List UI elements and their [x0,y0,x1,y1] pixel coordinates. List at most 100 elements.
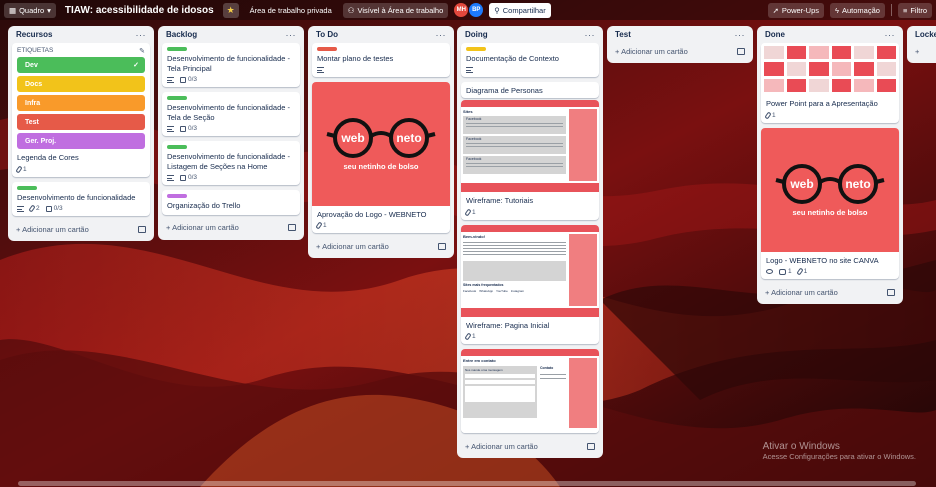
logo-word-neto: neto [845,177,870,191]
lightning-icon: ϟ [835,5,839,15]
board-title[interactable]: TIAW: acessibilidade de idosos [62,5,217,16]
add-card-button[interactable]: + Adicionar um cartão [611,43,749,59]
list-title[interactable]: Done [765,30,785,39]
card[interactable]: Sites Facebook Facebook Facebook Wirefra… [461,100,599,220]
more-icon[interactable]: ··· [885,30,896,40]
template-icon[interactable] [587,442,595,450]
add-card-button[interactable]: + Adicionar um cartão [461,438,599,454]
description-badge [167,125,174,132]
list-title[interactable]: Backlog [166,30,197,39]
description-badge [317,66,324,73]
wireframe-form-title: Nos mande uma mensagem [465,368,503,372]
attachment-count: 1 [472,208,476,216]
card[interactable]: Power Point para a Apresentação 1 [761,43,899,123]
add-card-button[interactable]: + Adicionar um cartão [12,221,150,237]
webneto-glasses-logo: web neto [326,118,436,158]
pencil-icon[interactable]: ✎ [139,47,145,55]
filter-button[interactable]: ≡ Filtro [897,2,932,18]
avatar-initials: MH [456,7,466,13]
checklist-count: 0/3 [53,205,63,212]
checklist-icon [180,174,186,181]
logo-subtitle: seu netinho de bolso [343,162,419,171]
list-recursos: Recursos ··· ✎ ETIQUETAS Dev ✓ Docs Infr… [8,26,154,241]
avatar[interactable]: BP [469,3,484,17]
card[interactable]: Desenvolvimento de funcionalidade - Tela… [162,43,300,87]
share-button[interactable]: ⚲ Compartilhar [489,2,551,18]
template-icon[interactable] [737,47,745,55]
watch-badge [766,269,773,274]
card-title: Desenvolvimento de funcionalidade - Tela… [167,103,290,122]
visibility-button[interactable]: ⚇ Visível à Área de trabalho [342,2,449,18]
list-backlog: Backlog ··· Desenvolvimento de funcional… [158,26,304,240]
description-icon [167,125,174,132]
card-title: Desenvolvimento de funcionalidade - List… [167,152,290,171]
template-icon[interactable] [887,288,895,296]
card[interactable]: Desenvolvimento de funcionalidade 2 0/3 [12,181,150,216]
comment-badge: 1 [779,268,792,275]
wireframe-item: Facebook [466,117,482,121]
attachment-badge: 2 [28,204,40,213]
card[interactable]: Montar plano de testes [312,43,450,77]
card[interactable]: Documentação de Contexto [461,43,599,77]
checklist-icon [180,125,186,132]
card[interactable]: Diagrama de Personas [461,81,599,98]
windows-activation-watermark: Ativar o Windows Acesse Configurações pa… [763,441,916,461]
paperclip-icon [764,110,772,120]
template-icon[interactable] [138,225,146,233]
card-title: Wireframe: Tutoriais [466,196,534,205]
description-icon [466,66,473,73]
wireframe-heading: Bem-vindo! [463,233,485,239]
view-switcher[interactable]: ▦ Quadro ▾ [4,2,56,18]
automation-label: Automação [841,5,880,15]
label-dev [167,47,187,51]
more-icon[interactable]: ··· [436,30,447,40]
label-dev [17,185,37,190]
add-card-label: Adicionar um cartão [172,223,239,232]
card[interactable]: Entre em contato Nos mande uma mensagem … [461,349,599,433]
divider [890,4,892,16]
workspace-label: Área de trabalho privada [249,5,332,15]
wireframe-heading: Sites [463,109,473,114]
board-header: ▦ Quadro ▾ TIAW: acessibilidade de idoso… [0,0,936,20]
card[interactable]: Desenvolvimento de funcionalidade - Tela… [162,92,300,136]
more-icon[interactable]: ··· [136,30,147,40]
card[interactable]: web neto seu netinho de bolso Logo - WEB… [761,127,899,279]
horizontal-scrollbar[interactable] [18,481,916,486]
powerups-label: Power-Ups [781,5,819,15]
add-card-button[interactable]: + [911,43,936,59]
powerups-button[interactable]: ➚ Power-Ups [767,2,824,18]
add-card-button[interactable]: + Adicionar um cartão [312,238,450,254]
list-title[interactable]: Recursos [16,30,52,39]
attachment-badge: 1 [15,164,27,174]
logo-word-web: web [789,177,813,191]
logo-subtitle: seu netinho de bolso [792,208,868,217]
card[interactable]: Desenvolvimento de funcionalidade - List… [162,141,300,185]
logo-word-web: web [340,131,364,145]
automation-button[interactable]: ϟ Automação [830,2,885,18]
more-icon[interactable]: ··· [735,30,746,40]
more-icon[interactable]: ··· [286,30,297,40]
star-icon[interactable]: ★ [222,2,239,18]
list-title[interactable]: Locked [915,30,936,39]
template-icon[interactable] [288,224,296,231]
list-title[interactable]: To Do [316,30,338,39]
check-icon: ✓ [133,62,139,69]
list-title[interactable]: Doing [465,30,488,39]
card[interactable]: Organização do Trello [162,190,300,215]
template-icon[interactable] [438,242,446,250]
card[interactable]: Bem-vindo! Sites mais frequentados Faceb… [461,224,599,344]
avatar[interactable]: MH [454,3,469,17]
label-docs [466,47,486,51]
more-icon[interactable]: ··· [585,30,596,40]
share-label: Compartilhar [502,5,546,15]
card-cover-wireframe: Entre em contato Nos mande uma mensagem … [461,349,599,433]
list-title[interactable]: Test [615,30,631,39]
card[interactable]: web neto seu netinho de bolso Aprovação … [312,81,450,233]
wireframe-icon-label: Facebook [463,288,477,293]
card-title: Logo - WEBNETO no site CANVA [766,255,879,265]
card[interactable]: ✎ ETIQUETAS Dev ✓ Docs Infra Test Ger. P… [12,43,150,177]
add-card-button[interactable]: + Adicionar um cartão [761,284,899,300]
workspace-button[interactable]: Área de trabalho privada [245,3,337,18]
add-card-button[interactable]: + Adicionar um cartão [162,220,300,236]
label-test [317,47,337,51]
